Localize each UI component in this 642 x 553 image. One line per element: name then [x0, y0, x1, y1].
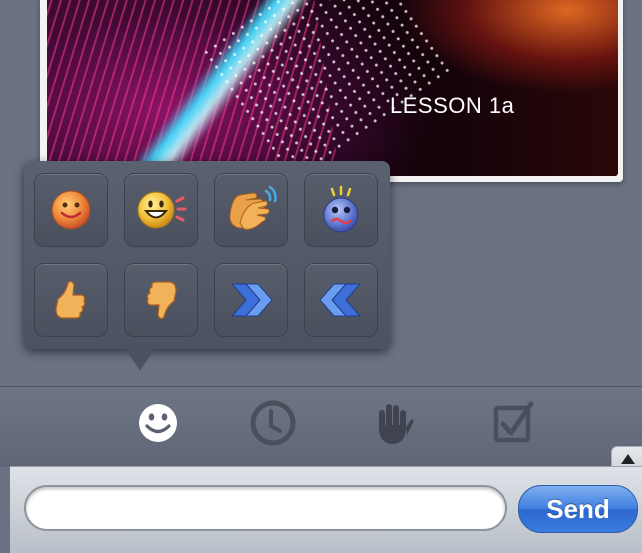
clock-tab[interactable] — [243, 395, 303, 451]
smile-icon — [51, 190, 91, 230]
poll-tab[interactable] — [484, 395, 544, 451]
slide-title: LESSON 1a — [390, 93, 515, 118]
popover-arrow — [126, 349, 154, 371]
smiley-icon — [139, 404, 177, 442]
message-input-bar: Send — [10, 466, 642, 553]
triangle-up-icon — [620, 454, 635, 464]
thumbs-up-icon — [55, 280, 86, 319]
send-button[interactable]: Send — [518, 485, 638, 533]
surprised-icon — [323, 185, 359, 233]
thumbs-down-emoticon-button[interactable] — [124, 263, 198, 337]
lesson-slide[interactable]: LESSON 1a — [47, 0, 618, 176]
checkbox-icon — [493, 401, 534, 443]
message-input[interactable] — [24, 485, 507, 531]
speed-up-emoticon-button[interactable] — [214, 263, 288, 337]
smile-emoticon-button[interactable] — [34, 173, 108, 247]
hand-icon — [378, 404, 414, 444]
applause-emoticon-button[interactable] — [214, 173, 288, 247]
slow-down-emoticon-button[interactable] — [304, 263, 378, 337]
speed-up-icon — [230, 283, 273, 317]
slow-down-icon — [319, 283, 362, 317]
thumbs-down-icon — [146, 281, 177, 320]
thumbs-up-emoticon-button[interactable] — [34, 263, 108, 337]
laugh-emoticon-button[interactable] — [124, 173, 198, 247]
surprised-emoticon-button[interactable] — [304, 173, 378, 247]
raise-hand-tab[interactable] — [362, 395, 422, 451]
laugh-icon — [137, 191, 187, 229]
emoticon-tab[interactable] — [128, 395, 188, 451]
bottom-toolbar — [0, 386, 642, 467]
applause-icon — [229, 185, 277, 230]
clock-icon — [250, 400, 296, 446]
